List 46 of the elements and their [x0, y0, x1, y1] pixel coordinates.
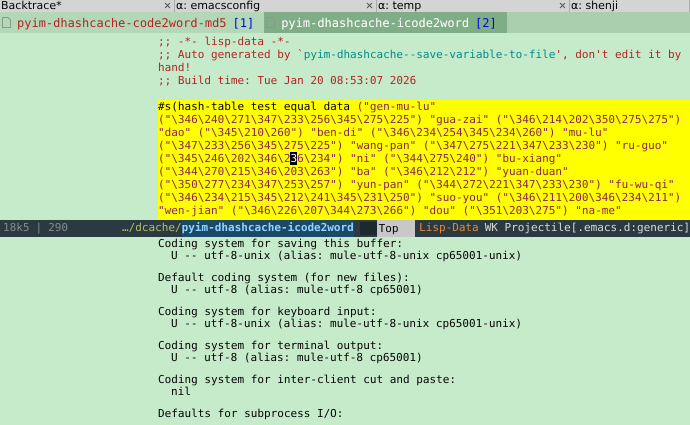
- help-heading: Coding system for terminal output:: [158, 340, 384, 352]
- help-value: U -- utf-8-unix (alias: mule-utf-8-unix cp65001-unix): [171, 318, 523, 329]
- buffer-name: pyim-dhashcache-icode2word: [281, 14, 470, 32]
- code-line: ("\347\233\256\345\275\225") "wang-pan" ("\347\275\221\347\233\230") "ru-guo": [158, 139, 669, 152]
- close-icon[interactable]: [366, 2, 373, 9]
- help-heading: Default coding system (for new files):: [158, 272, 411, 284]
- close-icon[interactable]: [559, 2, 566, 9]
- code-line: ("\346\234\215\345\212\241\345\231\250") "suo-you" ("\346\211\200\346\234\211"): [158, 191, 682, 204]
- minor-modes: WK Projectile[.emacs.d:generic]: [484, 220, 690, 236]
- code-line: #s(hash-table test equal data ("gen-mu-lu": [158, 100, 438, 113]
- file-icon: [2, 17, 11, 28]
- help-value: U -- utf-8-unix (alias: mule-utf-8-unix cp65001-unix): [171, 250, 523, 261]
- frame-tab[interactable]: α: emacsconfig: [175, 0, 377, 12]
- code-line: "dao" ("\345\210\260") "ben-di" ("\346\234\254\345\234\260") "mu-lu": [158, 126, 610, 139]
- help-value: nil: [171, 386, 191, 397]
- buffer-size: 18k5: [2, 220, 30, 236]
- comment-line: ;; Auto generated by `pyim-dhashcache--save-variable-to-file', don't edit it by hand!: [158, 48, 682, 74]
- code-line: ("\350\277\234\347\253\257") "yun-pan" ("\344\272\221\347\233\230") "fu-wu-qi": [158, 178, 676, 191]
- comment-line: ;; Build time: Tue Jan 20 08:53:07 2026: [158, 74, 418, 87]
- comment-line: ;; -*- lisp-data -*-: [158, 35, 292, 48]
- help-heading: Defaults for subprocess I/O:: [158, 408, 344, 420]
- buffer-index: [2]: [475, 14, 497, 32]
- modeline-segment: [360, 222, 377, 235]
- major-mode: Lisp-Data: [419, 220, 479, 236]
- help-heading: Coding system for keyboard input:: [158, 306, 378, 318]
- line-number: 290: [48, 220, 68, 236]
- frame-tab[interactable]: α: temp: [377, 0, 570, 12]
- buffer-tab[interactable]: pyim-dhashcache-icode2word [2]: [264, 12, 507, 33]
- buffer-path: …/dcache/: [122, 220, 182, 236]
- code-line: ("\346\240\271\347\233\256\345\275\225") "gua-zai" ("\346\214\202\350\275\275"): [158, 113, 682, 126]
- buffer-tab[interactable]: pyim-dhashcache-code2word-md5 [1]: [0, 12, 264, 33]
- code-line: ("\345\246\202\346\236\234") "ni" ("\344\275\240") "bu-xiang": [158, 152, 563, 165]
- position-indicator: Top: [376, 220, 416, 237]
- separator: |: [36, 220, 42, 236]
- help-heading: Coding system for saving this buffer:: [158, 238, 404, 250]
- buffer-name: pyim-dhashcache-code2word-md5: [17, 14, 227, 32]
- buffer-index: [1]: [232, 14, 254, 32]
- frame-tab[interactable]: Backtrace*: [0, 0, 175, 12]
- code-line: "wen-jian" ("\346\226\207\344\273\266") "dou" ("\351\203\275") "na-me": [158, 204, 623, 217]
- help-value: U -- utf-8 (alias: mule-utf-8 cp65001): [170, 284, 424, 295]
- code-line: ("\344\270\215\346\203\263") "ba" ("\346\212\212") "yuan-duan": [158, 165, 570, 178]
- help-value: U -- utf-8 (alias: mule-utf-8 cp65001): [171, 352, 424, 363]
- help-heading: Coding system for inter-client cut and paste:: [158, 374, 458, 386]
- frame-tab[interactable]: α: shenji: [570, 0, 690, 12]
- close-icon[interactable]: [164, 2, 171, 9]
- buffer-name: pyim-dhashcache-icode2word: [182, 220, 354, 237]
